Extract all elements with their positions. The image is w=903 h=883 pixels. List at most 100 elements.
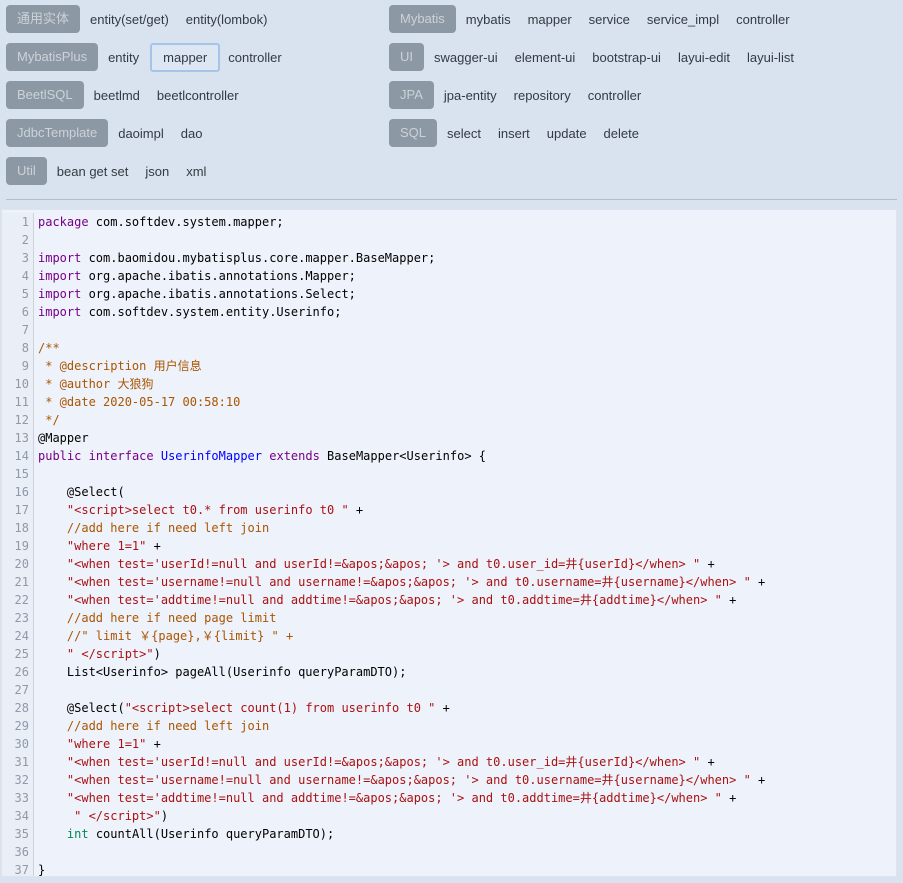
template-item[interactable]: select — [447, 126, 481, 141]
template-item[interactable]: jpa-entity — [444, 88, 497, 103]
code-line[interactable]: 14public interface UserinfoMapper extend… — [2, 447, 896, 465]
code-token: + — [700, 755, 714, 769]
code-line[interactable]: 24 //" limit ￥{page},￥{limit} " + — [2, 627, 896, 645]
code-editor[interactable]: 1package com.softdev.system.mapper;23imp… — [1, 209, 897, 877]
group-button-jdbctemplate[interactable]: JdbcTemplate — [6, 119, 108, 147]
template-item[interactable]: service_impl — [647, 12, 719, 27]
group-button-util[interactable]: Util — [6, 157, 47, 185]
tag-group-row: Mybatis mybatis mapper service service_impl c… — [389, 5, 903, 33]
code-line[interactable]: 3import com.baomidou.mybatisplus.core.ma… — [2, 249, 896, 267]
code-line[interactable]: 1package com.softdev.system.mapper; — [2, 213, 896, 231]
template-item[interactable]: element-ui — [515, 50, 576, 65]
code-line[interactable]: 26 List<Userinfo> pageAll(Userinfo query… — [2, 663, 896, 681]
group-button-common-entity[interactable]: 通用实体 — [6, 5, 80, 33]
template-item[interactable]: repository — [514, 88, 571, 103]
template-item[interactable]: entity — [108, 50, 139, 65]
code-line[interactable]: 11 * @date 2020-05-17 00:58:10 — [2, 393, 896, 411]
template-item[interactable]: mapper — [528, 12, 572, 27]
code-token: import — [38, 269, 81, 283]
group-button-beetlsql[interactable]: BeetlSQL — [6, 81, 84, 109]
code-token: + — [146, 737, 160, 751]
code-token: @Select( — [38, 701, 125, 715]
group-button-mybatis-plus[interactable]: MybatisPlus — [6, 43, 98, 71]
group-button-mybatis[interactable]: Mybatis — [389, 5, 456, 33]
template-item[interactable]: service — [589, 12, 630, 27]
code-line[interactable]: 19 "where 1=1" + — [2, 537, 896, 555]
code-line[interactable]: 15 — [2, 465, 896, 483]
code-line[interactable]: 18 //add here if need left join — [2, 519, 896, 537]
code-line[interactable]: 37} — [2, 861, 896, 877]
code-line[interactable]: 22 "<when test='addtime!=null and addtim… — [2, 591, 896, 609]
template-item[interactable]: bootstrap-ui — [592, 50, 661, 65]
code-token: "<when test='userId!=null and userId!=&a… — [67, 557, 700, 571]
template-item[interactable]: beetlcontroller — [157, 88, 239, 103]
template-item[interactable]: controller — [588, 88, 641, 103]
code-line[interactable]: 6import com.softdev.system.entity.Userin… — [2, 303, 896, 321]
code-token — [38, 719, 67, 733]
group-button-jpa[interactable]: JPA — [389, 81, 434, 109]
code-line[interactable]: 30 "where 1=1" + — [2, 735, 896, 753]
code-token: //" limit ￥{page},￥{limit} " + — [67, 629, 293, 643]
template-item[interactable]: controller — [228, 50, 281, 65]
template-item[interactable]: mybatis — [466, 12, 511, 27]
line-content: "<when test='username!=null and username… — [34, 573, 765, 591]
code-token: "<script>select t0.* from userinfo t0 " — [67, 503, 349, 517]
template-item[interactable]: layui-edit — [678, 50, 730, 65]
code-line[interactable]: 36 — [2, 843, 896, 861]
template-item[interactable]: entity(set/get) — [90, 12, 169, 27]
code-line[interactable]: 35 int countAll(Userinfo queryParamDTO); — [2, 825, 896, 843]
template-item[interactable]: daoimpl — [118, 126, 164, 141]
line-content: "<script>select t0.* from userinfo t0 " … — [34, 501, 363, 519]
code-line[interactable]: 2 — [2, 231, 896, 249]
template-item[interactable]: controller — [736, 12, 789, 27]
code-line[interactable]: 8/** — [2, 339, 896, 357]
code-line[interactable]: 23 //add here if need page limit — [2, 609, 896, 627]
template-item[interactable]: json — [145, 164, 169, 179]
template-item[interactable]: update — [547, 126, 587, 141]
code-line[interactable]: 4import org.apache.ibatis.annotations.Ma… — [2, 267, 896, 285]
code-line[interactable]: 12 */ — [2, 411, 896, 429]
code-token: "<script>select count(1) from userinfo t… — [125, 701, 436, 715]
code-line[interactable]: 5import org.apache.ibatis.annotations.Se… — [2, 285, 896, 303]
code-token: + — [751, 575, 765, 589]
code-line[interactable]: 31 "<when test='userId!=null and userId!… — [2, 753, 896, 771]
code-line[interactable]: 16 @Select( — [2, 483, 896, 501]
code-line[interactable]: 25 " </script>") — [2, 645, 896, 663]
code-token: "<when test='username!=null and username… — [67, 773, 751, 787]
code-line[interactable]: 7 — [2, 321, 896, 339]
line-number: 23 — [2, 609, 34, 627]
code-line[interactable]: 28 @Select("<script>select count(1) from… — [2, 699, 896, 717]
group-button-sql[interactable]: SQL — [389, 119, 437, 147]
code-line[interactable]: 10 * @author 大狼狗 — [2, 375, 896, 393]
code-line[interactable]: 32 "<when test='username!=null and usern… — [2, 771, 896, 789]
template-item[interactable]: bean get set — [57, 164, 129, 179]
template-item[interactable]: entity(lombok) — [186, 12, 268, 27]
template-item[interactable]: insert — [498, 126, 530, 141]
template-item[interactable]: xml — [186, 164, 206, 179]
template-item[interactable]: layui-list — [747, 50, 794, 65]
code-line[interactable]: 34 " </script>") — [2, 807, 896, 825]
group-button-ui[interactable]: UI — [389, 43, 424, 71]
template-item[interactable]: swagger-ui — [434, 50, 498, 65]
code-line[interactable]: 17 "<script>select t0.* from userinfo t0… — [2, 501, 896, 519]
code-line[interactable]: 20 "<when test='userId!=null and userId!… — [2, 555, 896, 573]
template-item-selected[interactable]: mapper — [150, 43, 220, 72]
code-line[interactable]: 29 //add here if need left join — [2, 717, 896, 735]
code-line[interactable]: 33 "<when test='addtime!=null and addtim… — [2, 789, 896, 807]
template-groups-left: 通用实体 entity(set/get) entity(lombok) Mybatis… — [6, 5, 389, 195]
code-token: + — [722, 791, 736, 805]
line-number: 15 — [2, 465, 34, 483]
code-token: @Mapper — [38, 431, 89, 445]
line-number: 16 — [2, 483, 34, 501]
line-content: import com.baomidou.mybatisplus.core.map… — [34, 249, 435, 267]
code-token: //add here if need left join — [67, 719, 269, 733]
code-line[interactable]: 21 "<when test='username!=null and usern… — [2, 573, 896, 591]
line-number: 37 — [2, 861, 34, 877]
code-line[interactable]: 9 * @description 用户信息 — [2, 357, 896, 375]
template-item[interactable]: dao — [181, 126, 203, 141]
template-item[interactable]: beetlmd — [94, 88, 140, 103]
template-item[interactable]: delete — [604, 126, 639, 141]
code-line[interactable]: 27 — [2, 681, 896, 699]
code-line[interactable]: 13@Mapper — [2, 429, 896, 447]
line-content: /** — [34, 339, 60, 357]
